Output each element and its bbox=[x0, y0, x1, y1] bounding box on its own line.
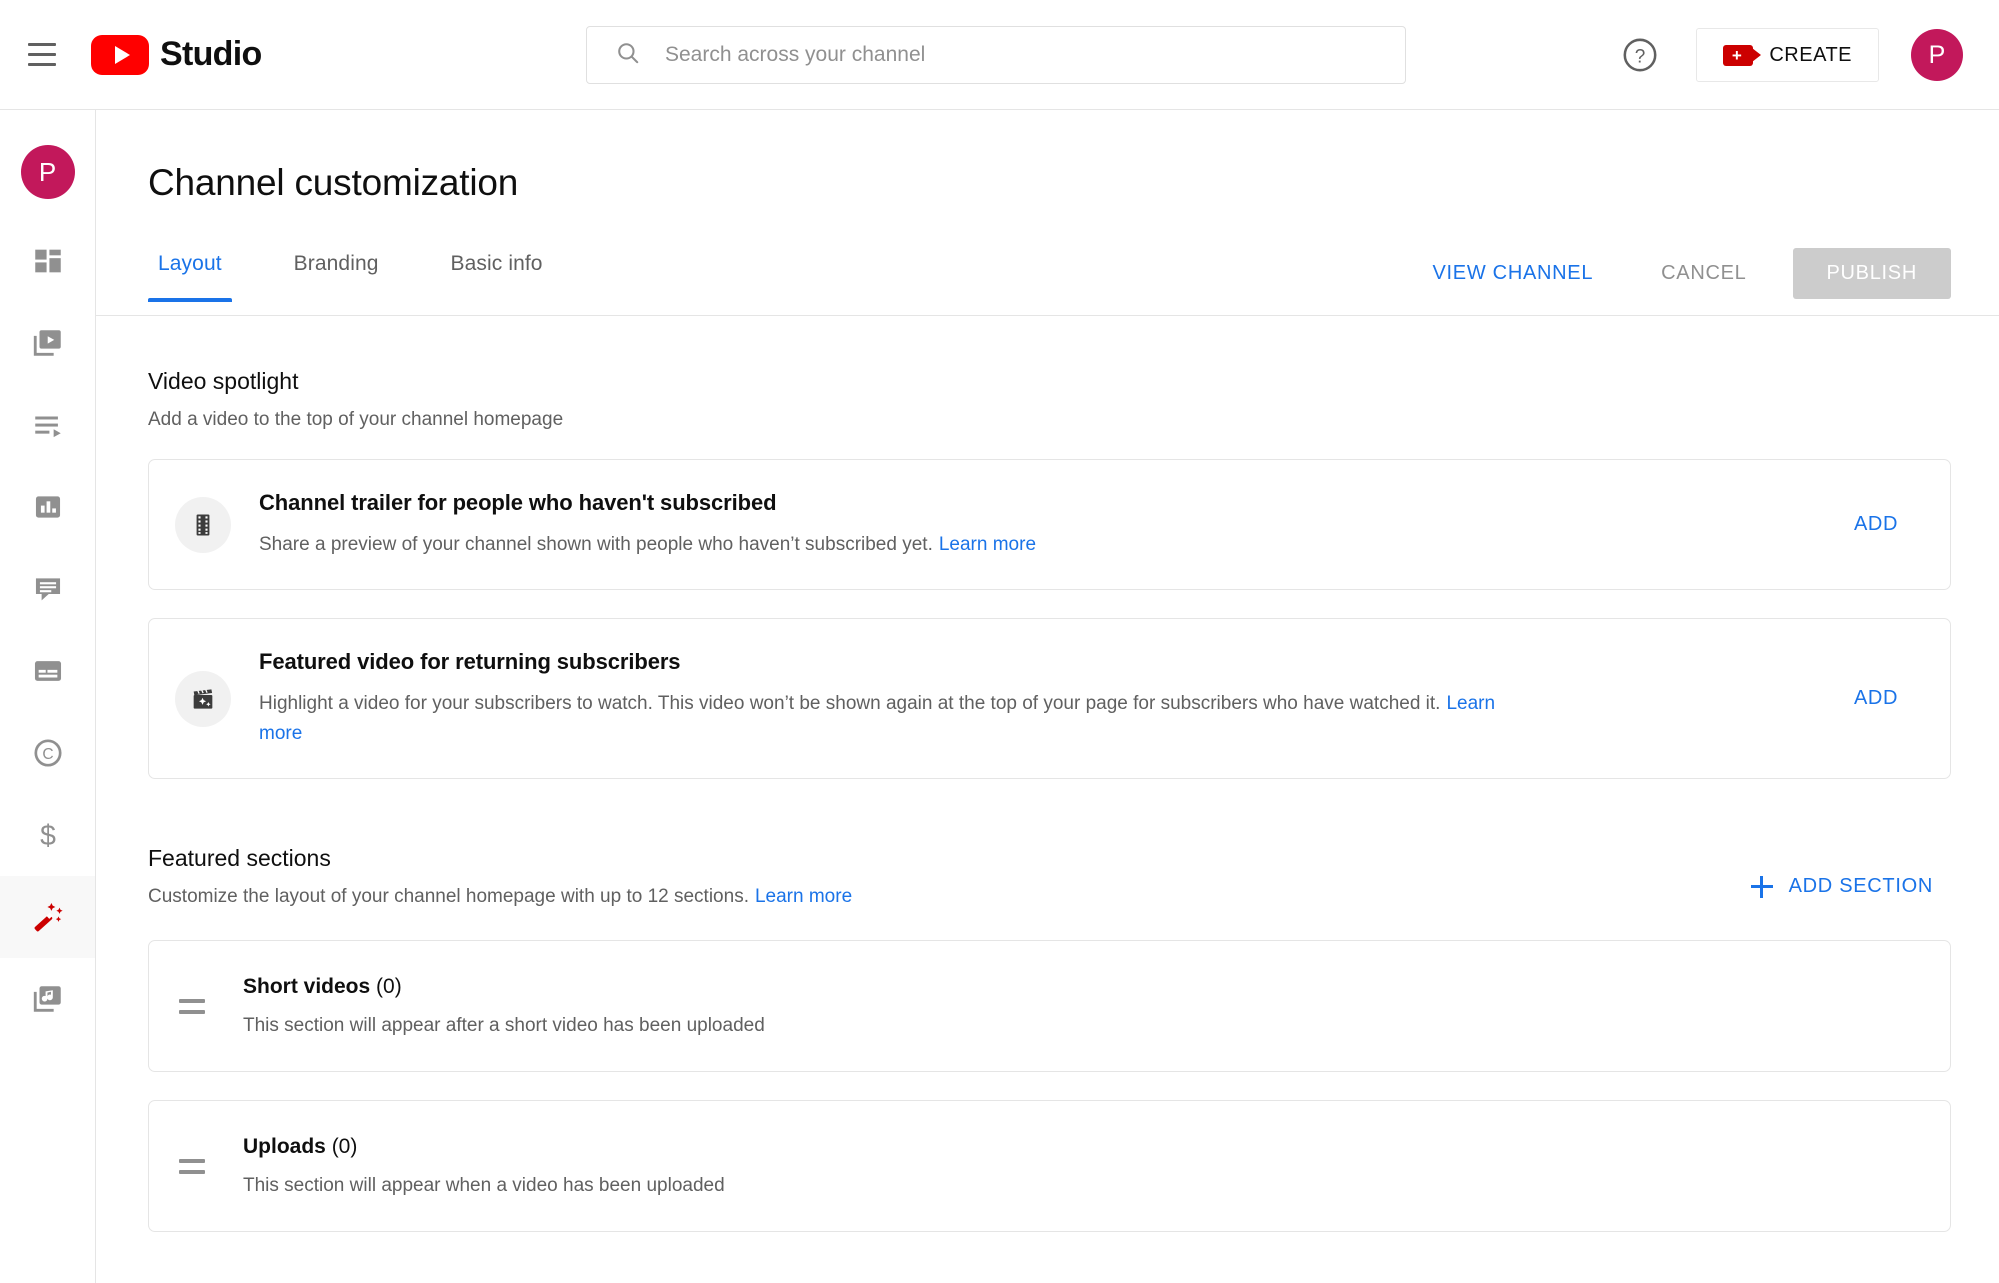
sidebar: P bbox=[0, 110, 96, 1283]
music-note-library-icon bbox=[31, 982, 65, 1016]
short-videos-name: Short videos bbox=[243, 975, 370, 998]
sidebar-item-dashboard[interactable] bbox=[0, 220, 95, 302]
sidebar-item-analytics[interactable] bbox=[0, 466, 95, 548]
sidebar-item-playlists[interactable] bbox=[0, 384, 95, 466]
film-strip-icon bbox=[175, 497, 231, 553]
short-videos-description: This section will appear after a short v… bbox=[243, 1015, 765, 1037]
view-channel-button[interactable]: VIEW CHANNEL bbox=[1419, 250, 1608, 297]
section-row-short-videos[interactable]: Short videos (0) This section will appea… bbox=[148, 940, 1951, 1072]
uploads-body: Uploads (0) This section will appear whe… bbox=[243, 1135, 725, 1197]
uploads-title: Uploads (0) bbox=[243, 1135, 725, 1159]
sidebar-item-audio-library[interactable] bbox=[0, 958, 95, 1040]
uploads-count: (0) bbox=[332, 1135, 358, 1158]
channel-trailer-card: Channel trailer for people who haven't s… bbox=[148, 459, 1951, 590]
drag-handle-icon[interactable] bbox=[179, 1159, 219, 1174]
add-section-button[interactable]: ADD SECTION bbox=[1733, 861, 1951, 912]
hamburger-menu-icon[interactable] bbox=[18, 31, 66, 79]
account-avatar[interactable]: P bbox=[1911, 29, 1963, 81]
section-row-uploads[interactable]: Uploads (0) This section will appear whe… bbox=[148, 1100, 1951, 1232]
featured-video-description-text: Highlight a video for your subscribers t… bbox=[259, 693, 1440, 714]
comment-bubble-icon bbox=[31, 572, 65, 606]
top-bar-actions: ? + CREATE P bbox=[1612, 0, 1963, 110]
page-actions: VIEW CHANNEL CANCEL PUBLISH bbox=[1419, 248, 1952, 299]
featured-video-card: Featured video for returning subscribers… bbox=[148, 618, 1951, 779]
uploads-description: This section will appear when a video ha… bbox=[243, 1175, 725, 1197]
channel-trailer-description: Share a preview of your channel shown wi… bbox=[259, 530, 1504, 559]
subtitles-icon bbox=[31, 654, 65, 688]
channel-trailer-description-text: Share a preview of your channel shown wi… bbox=[259, 534, 933, 555]
copyright-icon: C bbox=[31, 736, 65, 770]
tab-basic-info[interactable]: Basic info bbox=[441, 246, 553, 302]
video-library-icon bbox=[31, 326, 65, 360]
short-videos-count: (0) bbox=[376, 975, 402, 998]
cancel-button[interactable]: CANCEL bbox=[1643, 250, 1764, 297]
search-input[interactable] bbox=[665, 43, 1305, 67]
short-videos-title: Short videos (0) bbox=[243, 975, 765, 999]
layout-tab-content: Video spotlight Add a video to the top o… bbox=[96, 368, 1999, 1232]
top-bar: Studio ? + CREATE P bbox=[0, 0, 1999, 110]
plus-icon bbox=[1751, 876, 1773, 898]
sidebar-avatar[interactable]: P bbox=[0, 124, 95, 220]
studio-logo[interactable]: Studio bbox=[91, 35, 262, 75]
featured-video-description: Highlight a video for your subscribers t… bbox=[259, 689, 1504, 748]
help-circle-icon[interactable]: ? bbox=[1612, 27, 1668, 83]
clapperboard-sparkle-icon bbox=[175, 671, 231, 727]
tab-bar: Layout Branding Basic info VIEW CHANNEL … bbox=[96, 246, 1999, 316]
channel-trailer-add-button[interactable]: ADD bbox=[1838, 503, 1914, 546]
playlist-icon bbox=[31, 408, 65, 442]
uploads-name: Uploads bbox=[243, 1135, 326, 1158]
featured-video-add-button[interactable]: ADD bbox=[1838, 677, 1914, 720]
video-spotlight-subheading: Add a video to the top of your channel h… bbox=[148, 409, 1951, 431]
video-spotlight-heading: Video spotlight bbox=[148, 368, 1951, 395]
video-camera-plus-icon: + bbox=[1723, 45, 1753, 66]
featured-sections-subheading: Customize the layout of your channel hom… bbox=[148, 886, 852, 908]
tabs: Layout Branding Basic info bbox=[148, 246, 605, 302]
featured-sections-subheading-text: Customize the layout of your channel hom… bbox=[148, 886, 749, 907]
tab-layout[interactable]: Layout bbox=[148, 246, 232, 302]
channel-trailer-learn-more-link[interactable]: Learn more bbox=[939, 534, 1036, 555]
drag-handle-icon[interactable] bbox=[179, 999, 219, 1014]
svg-text:C: C bbox=[42, 746, 53, 763]
svg-text:?: ? bbox=[1635, 46, 1646, 67]
dollar-sign-icon: $ bbox=[31, 818, 65, 852]
create-button[interactable]: + CREATE bbox=[1696, 28, 1879, 82]
search-bar bbox=[586, 26, 1406, 84]
sidebar-avatar-letter: P bbox=[21, 145, 75, 199]
search-icon bbox=[615, 40, 641, 71]
sidebar-item-comments[interactable] bbox=[0, 548, 95, 630]
featured-video-body: Featured video for returning subscribers… bbox=[259, 649, 1818, 748]
featured-sections-heading: Featured sections bbox=[148, 845, 852, 872]
dashboard-grid-icon bbox=[31, 244, 65, 278]
youtube-logo-icon bbox=[91, 35, 149, 75]
bar-chart-icon bbox=[31, 490, 65, 524]
featured-sections-text: Featured sections Customize the layout o… bbox=[148, 845, 852, 908]
sidebar-item-subtitles[interactable] bbox=[0, 630, 95, 712]
magic-wand-icon bbox=[31, 900, 65, 934]
featured-sections-learn-more-link[interactable]: Learn more bbox=[755, 886, 852, 907]
sidebar-item-earn[interactable]: $ bbox=[0, 794, 95, 876]
sidebar-item-content[interactable] bbox=[0, 302, 95, 384]
featured-sections-header: Featured sections Customize the layout o… bbox=[148, 845, 1951, 912]
brand-text: Studio bbox=[160, 35, 262, 74]
create-button-label: CREATE bbox=[1769, 44, 1852, 67]
svg-text:$: $ bbox=[40, 820, 56, 852]
sidebar-item-copyright[interactable]: C bbox=[0, 712, 95, 794]
main-content: Channel customization Layout Branding Ba… bbox=[96, 110, 1999, 1283]
tab-branding[interactable]: Branding bbox=[284, 246, 389, 302]
page-title: Channel customization bbox=[148, 162, 1999, 204]
featured-video-title: Featured video for returning subscribers bbox=[259, 649, 1818, 675]
channel-trailer-body: Channel trailer for people who haven't s… bbox=[259, 490, 1818, 559]
publish-button[interactable]: PUBLISH bbox=[1793, 248, 1952, 299]
short-videos-body: Short videos (0) This section will appea… bbox=[243, 975, 765, 1037]
add-section-button-label: ADD SECTION bbox=[1789, 875, 1933, 898]
channel-trailer-title: Channel trailer for people who haven't s… bbox=[259, 490, 1818, 516]
search-box[interactable] bbox=[586, 26, 1406, 84]
sidebar-item-customization[interactable] bbox=[0, 876, 95, 958]
